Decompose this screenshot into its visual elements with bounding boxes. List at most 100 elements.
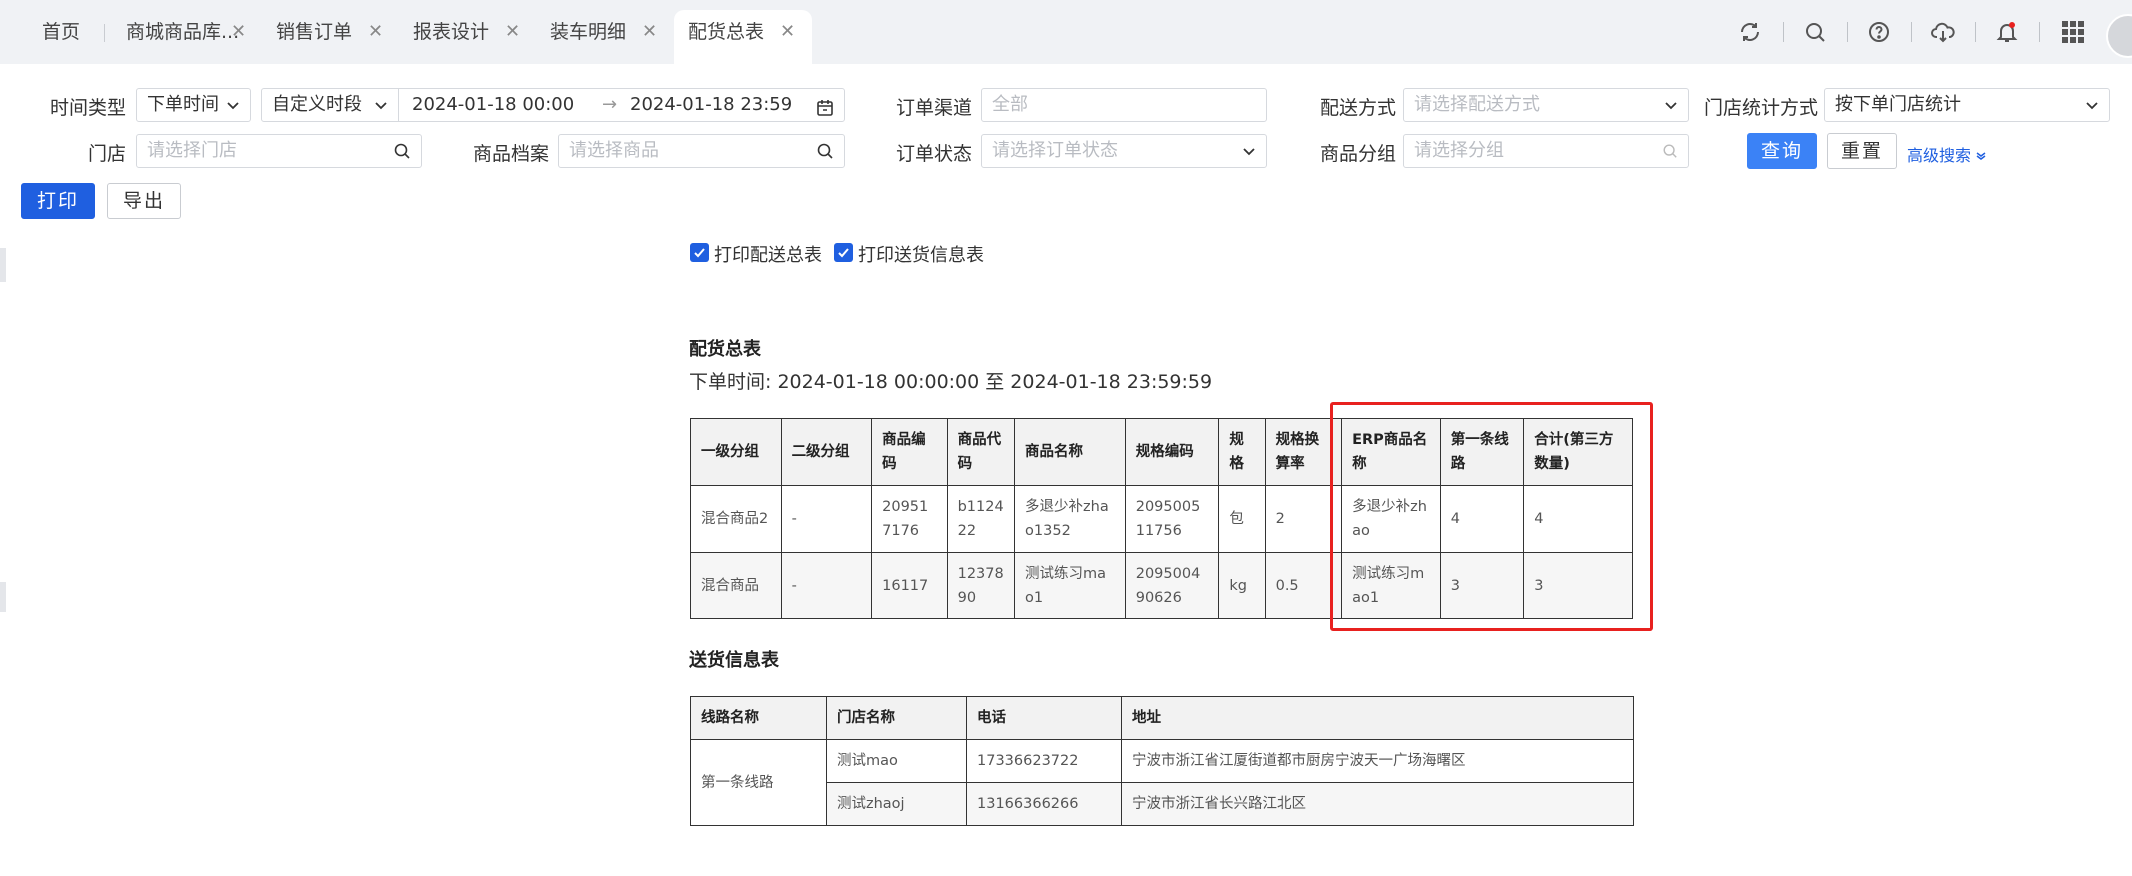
table-cell: 1237890	[946, 552, 1016, 619]
store-stat-select[interactable]: 按下单门店统计	[1824, 88, 2110, 122]
time-type-select[interactable]: 下单时间	[136, 88, 251, 122]
check-icon	[838, 248, 849, 258]
print-delivery-checkbox[interactable]	[834, 243, 853, 262]
channel-placeholder: 全部	[992, 94, 1028, 115]
advanced-search-label: 高级搜索	[1907, 146, 1972, 165]
tab-distribution-summary[interactable]: 配货总表 ✕	[674, 10, 812, 64]
time-type-value: 下单时间	[147, 94, 219, 115]
chevron-down-icon	[1664, 89, 1678, 121]
search-icon[interactable]	[816, 135, 834, 167]
tab-label: 首页	[42, 21, 81, 43]
tab-loading-detail[interactable]: 装车明细 ✕	[550, 10, 660, 64]
cloud-download-icon[interactable]	[1925, 14, 1961, 50]
group-select[interactable]: 请选择分组	[1403, 134, 1689, 168]
chevron-down-icon	[1242, 135, 1256, 167]
table-cell: 宁波市浙江省长兴路江北区	[1121, 782, 1634, 826]
table-header-row: 线路名称 门店名称 电话 地址	[690, 696, 1634, 740]
route-cell: 第一条线路	[690, 739, 827, 826]
header-divider	[2039, 22, 2040, 42]
store-label: 门店	[87, 143, 126, 165]
avatar[interactable]	[2106, 14, 2132, 58]
channel-select[interactable]: 全部	[981, 88, 1267, 122]
table-row: 测试zhaoj 13166366266 宁波市浙江省长兴路江北区	[691, 782, 1634, 826]
table-cell: kg	[1218, 552, 1266, 619]
header-divider	[1975, 22, 1976, 42]
tab-label: 配货总表	[688, 21, 765, 43]
header-divider	[1911, 22, 1912, 42]
sidebar-edge	[0, 582, 6, 612]
close-icon[interactable]: ✕	[780, 10, 795, 54]
delivery-method-label: 配送方式	[1319, 97, 1396, 119]
table-cell: 多退少补zhao1352	[1014, 485, 1126, 553]
channel-label: 订单渠道	[895, 97, 972, 119]
period-select[interactable]: 自定义时段	[262, 89, 399, 121]
header-divider	[1783, 22, 1784, 42]
report-subtitle: 下单时间: 2024-01-18 00:00:00 至 2024-01-18 2…	[689, 371, 1213, 393]
close-icon[interactable]: ✕	[231, 10, 246, 54]
header-divider	[1847, 22, 1848, 42]
reset-button[interactable]: 重置	[1827, 133, 1897, 169]
table-cell: 209500511756	[1124, 485, 1220, 553]
store-select[interactable]: 请选择门店	[136, 134, 422, 168]
table-cell: 13166366266	[966, 782, 1122, 826]
column-header: 商品代码	[946, 418, 1016, 486]
apps-grid-icon[interactable]	[2055, 14, 2091, 50]
query-button[interactable]: 查询	[1747, 133, 1817, 169]
tab-sales-order[interactable]: 销售订单 ✕	[276, 10, 386, 64]
print-summary-label[interactable]: 打印配送总表	[714, 241, 822, 267]
order-status-select[interactable]: 请选择订单状态	[981, 134, 1267, 168]
chevron-down-icon	[374, 89, 388, 121]
table-cell: 209517176	[871, 485, 948, 553]
tab-report-design[interactable]: 报表设计 ✕	[413, 10, 523, 64]
table-cell: 混合商品	[690, 552, 782, 619]
column-header: 商品编码	[871, 418, 948, 486]
calendar-icon[interactable]	[816, 96, 834, 121]
search-icon[interactable]	[1662, 135, 1678, 167]
table-cell: 包	[1218, 485, 1266, 553]
store-placeholder: 请选择门店	[147, 140, 237, 161]
export-button[interactable]: 导出	[107, 183, 181, 219]
chevron-double-down-icon	[1976, 146, 1986, 165]
table-cell: 测试mao	[826, 739, 967, 783]
print-delivery-label[interactable]: 打印送货信息表	[858, 241, 984, 267]
order-status-placeholder: 请选择订单状态	[992, 140, 1118, 161]
highlight-box	[1330, 402, 1653, 631]
arrow-right-icon: →	[602, 94, 618, 115]
column-header: 线路名称	[690, 696, 827, 740]
column-header: 门店名称	[826, 696, 967, 740]
period-value: 自定义时段	[272, 94, 362, 115]
advanced-search-link[interactable]: 高级搜索	[1907, 142, 1986, 166]
bell-icon[interactable]	[1989, 14, 2025, 50]
tab-label: 装车明细	[550, 21, 627, 43]
tab-product-library[interactable]: 商城商品库... ✕	[126, 10, 246, 64]
sidebar-edge	[0, 248, 6, 282]
table-row: 第一条线路 测试mao 17336623722 宁波市浙江省江厦街道都市厨房宁波…	[690, 739, 1634, 826]
print-summary-checkbox[interactable]	[690, 243, 709, 262]
search-icon[interactable]	[1797, 14, 1833, 50]
date-end-input[interactable]: 2024-01-18 23:59	[630, 89, 792, 121]
column-header: 规格编码	[1124, 418, 1220, 486]
tab-home[interactable]: 首页	[42, 10, 112, 64]
table-cell: 混合商品2	[690, 485, 782, 553]
date-start-input[interactable]: 2024-01-18 00:00	[412, 89, 574, 121]
close-icon[interactable]: ✕	[642, 10, 657, 54]
help-icon[interactable]	[1861, 14, 1897, 50]
product-select[interactable]: 请选择商品	[558, 134, 845, 168]
close-icon[interactable]: ✕	[368, 10, 383, 54]
column-header: 商品名称	[1014, 418, 1126, 486]
delivery-method-select[interactable]: 请选择配送方式	[1403, 88, 1689, 122]
search-icon[interactable]	[393, 135, 411, 167]
store-stat-value: 按下单门店统计	[1835, 94, 1961, 115]
close-icon[interactable]: ✕	[505, 10, 520, 54]
table-cell: 测试练习mao1	[1014, 552, 1126, 619]
product-label: 商品档案	[472, 143, 549, 165]
check-icon	[694, 248, 705, 258]
table-cell: 17336623722	[966, 739, 1122, 783]
product-placeholder: 请选择商品	[569, 140, 659, 161]
table-cell: -	[780, 552, 873, 619]
print-button[interactable]: 打印	[21, 183, 95, 219]
column-header: 一级分组	[690, 418, 782, 486]
group-placeholder: 请选择分组	[1414, 140, 1504, 161]
tab-label: 商城商品库...	[126, 21, 240, 43]
refresh-icon[interactable]	[1732, 14, 1768, 50]
